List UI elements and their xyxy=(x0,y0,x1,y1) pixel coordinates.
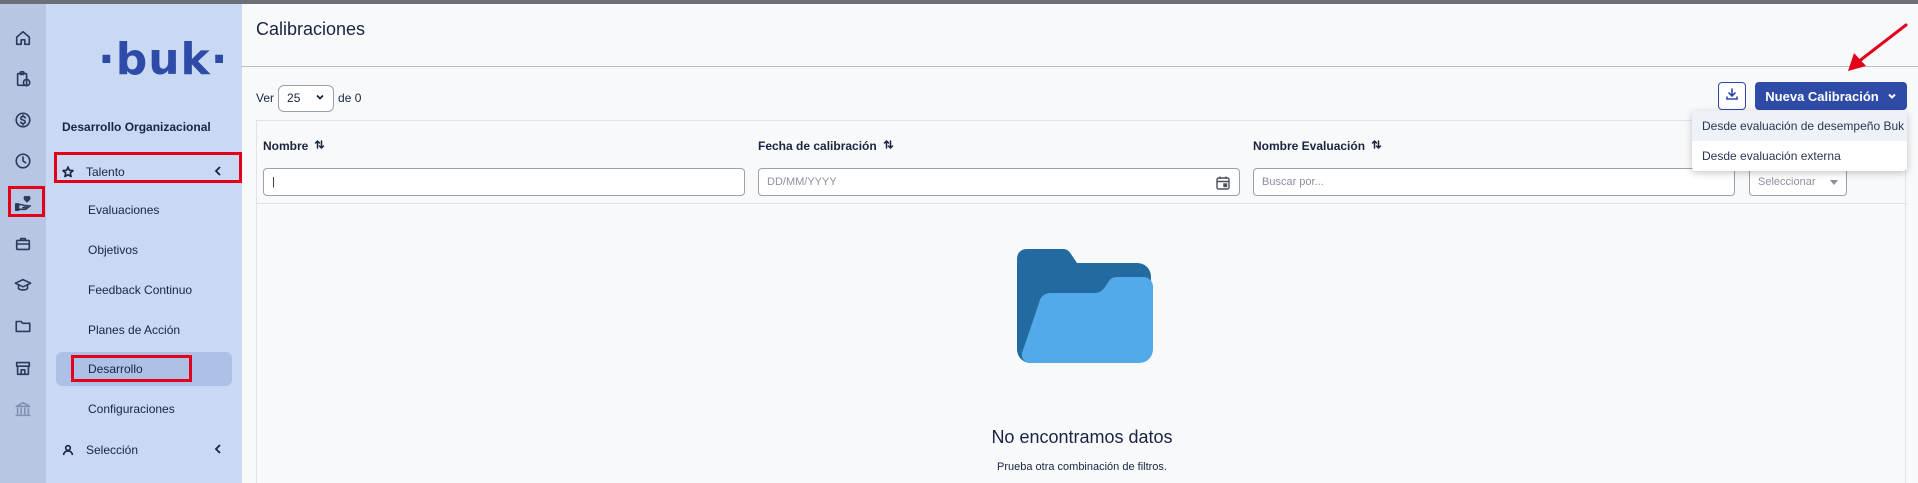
graduation-cap-icon[interactable] xyxy=(13,275,33,295)
fecha-filter-input[interactable]: DD/MM/YYYY xyxy=(758,168,1240,196)
sort-icon xyxy=(1371,139,1382,153)
empty-state-title: No encontramos datos xyxy=(991,427,1173,447)
bank-icon[interactable] xyxy=(13,399,33,419)
chevron-left-icon xyxy=(212,443,224,455)
page-title: Calibraciones xyxy=(256,19,366,39)
sidebar-item-configuraciones[interactable]: Configuraciones xyxy=(56,392,232,426)
sidebar-item-evaluaciones[interactable]: Evaluaciones xyxy=(56,193,232,227)
total-count: de 0 xyxy=(338,91,362,105)
menu-item-label: Desde evaluación de desempeño Buk xyxy=(1702,119,1905,133)
chevron-down-icon xyxy=(1887,89,1897,104)
sidebar-item-label: Planes de Acción xyxy=(88,323,181,337)
column-header-fecha[interactable]: Fecha de calibración xyxy=(758,139,894,153)
page-size-value: 25 xyxy=(287,91,301,105)
page-size-select[interactable]: 25 xyxy=(278,84,335,112)
filter-row-divider xyxy=(257,203,1907,204)
sidebar-item-label: Configuraciones xyxy=(88,402,175,416)
download-icon xyxy=(1725,87,1739,106)
ver-label: Ver xyxy=(256,91,275,105)
download-button[interactable] xyxy=(1718,82,1746,110)
evaluacion-filter-input[interactable]: Buscar por... xyxy=(1253,168,1735,196)
clipboard-clock-icon[interactable] xyxy=(13,69,33,89)
title-divider xyxy=(242,66,1918,67)
sidebar-item-feedback-continuo[interactable]: Feedback Continuo xyxy=(56,273,232,307)
status-filter-placeholder: Seleccionar xyxy=(1758,176,1816,188)
sidebar-item-label: Objetivos xyxy=(88,243,139,257)
sidebar-item-planes-de-accion[interactable]: Planes de Acción xyxy=(56,313,232,347)
sort-icon xyxy=(883,139,894,153)
sidebar-item-objetivos[interactable]: Objetivos xyxy=(56,233,232,267)
store-icon[interactable] xyxy=(13,358,33,378)
home-icon[interactable] xyxy=(13,28,33,48)
nombre-filter-value: | xyxy=(272,176,275,188)
main-content: Calibraciones Ver 25 de 0 Nueva Calibrac… xyxy=(242,4,1918,483)
calendar-icon[interactable] xyxy=(1215,175,1231,194)
menu-item-desde-evaluacion-externa[interactable]: Desde evaluación externa xyxy=(1692,141,1907,171)
sidebar-item-seleccion[interactable]: Selección xyxy=(58,436,234,464)
status-filter-select[interactable]: Seleccionar xyxy=(1749,168,1847,196)
new-calibration-label: Nueva Calibración xyxy=(1765,88,1879,104)
evaluacion-filter-placeholder: Buscar por... xyxy=(1262,176,1324,188)
empty-state-subtitle: Prueba otra combinación de filtros. xyxy=(997,461,1167,473)
sidebar: ·buk· Desarrollo Organizacional Talento … xyxy=(46,4,242,483)
briefcase-icon[interactable] xyxy=(13,234,33,254)
caret-down-icon xyxy=(1830,180,1838,185)
column-label: Nombre Evaluación xyxy=(1253,139,1366,153)
column-header-nombre-evaluacion[interactable]: Nombre Evaluación xyxy=(1253,139,1382,153)
chevron-down-icon xyxy=(315,91,325,105)
buk-logo: ·buk· xyxy=(98,34,229,85)
empty-folder-icon xyxy=(1017,249,1153,363)
sort-icon xyxy=(314,139,325,153)
sidebar-item-label: Evaluaciones xyxy=(88,203,160,217)
menu-item-label: Desde evaluación externa xyxy=(1702,149,1841,163)
page-size-control: Ver 25 de 0 xyxy=(256,84,361,112)
folder-icon[interactable] xyxy=(13,316,33,336)
icon-rail xyxy=(0,4,46,483)
dollar-icon[interactable] xyxy=(13,110,33,130)
fecha-filter-placeholder: DD/MM/YYYY xyxy=(767,176,837,188)
column-header-nombre[interactable]: Nombre xyxy=(263,139,325,153)
new-calibration-dropdown: Desde evaluación de desempeño Buk Desde … xyxy=(1692,111,1907,171)
sidebar-section-title: Desarrollo Organizacional xyxy=(62,120,211,134)
column-label: Nombre xyxy=(263,139,309,153)
person-icon xyxy=(62,444,76,456)
highlight-rail-talento xyxy=(8,186,45,217)
nombre-filter-input[interactable]: | xyxy=(263,168,745,196)
menu-item-desde-evaluacion-buk[interactable]: Desde evaluación de desempeño Buk xyxy=(1692,111,1907,141)
annotation-arrow-icon xyxy=(1848,23,1908,71)
new-calibration-button[interactable]: Nueva Calibración xyxy=(1755,82,1907,110)
highlight-desarrollo xyxy=(71,355,192,382)
calibrations-table: Nombre Fecha de calibración Nombre Evalu… xyxy=(256,120,1907,483)
highlight-talento xyxy=(54,152,242,183)
sidebar-item-label: Selección xyxy=(86,443,139,457)
column-label: Fecha de calibración xyxy=(758,139,877,153)
sidebar-item-label: Feedback Continuo xyxy=(88,283,193,297)
clock-icon[interactable] xyxy=(13,151,33,171)
